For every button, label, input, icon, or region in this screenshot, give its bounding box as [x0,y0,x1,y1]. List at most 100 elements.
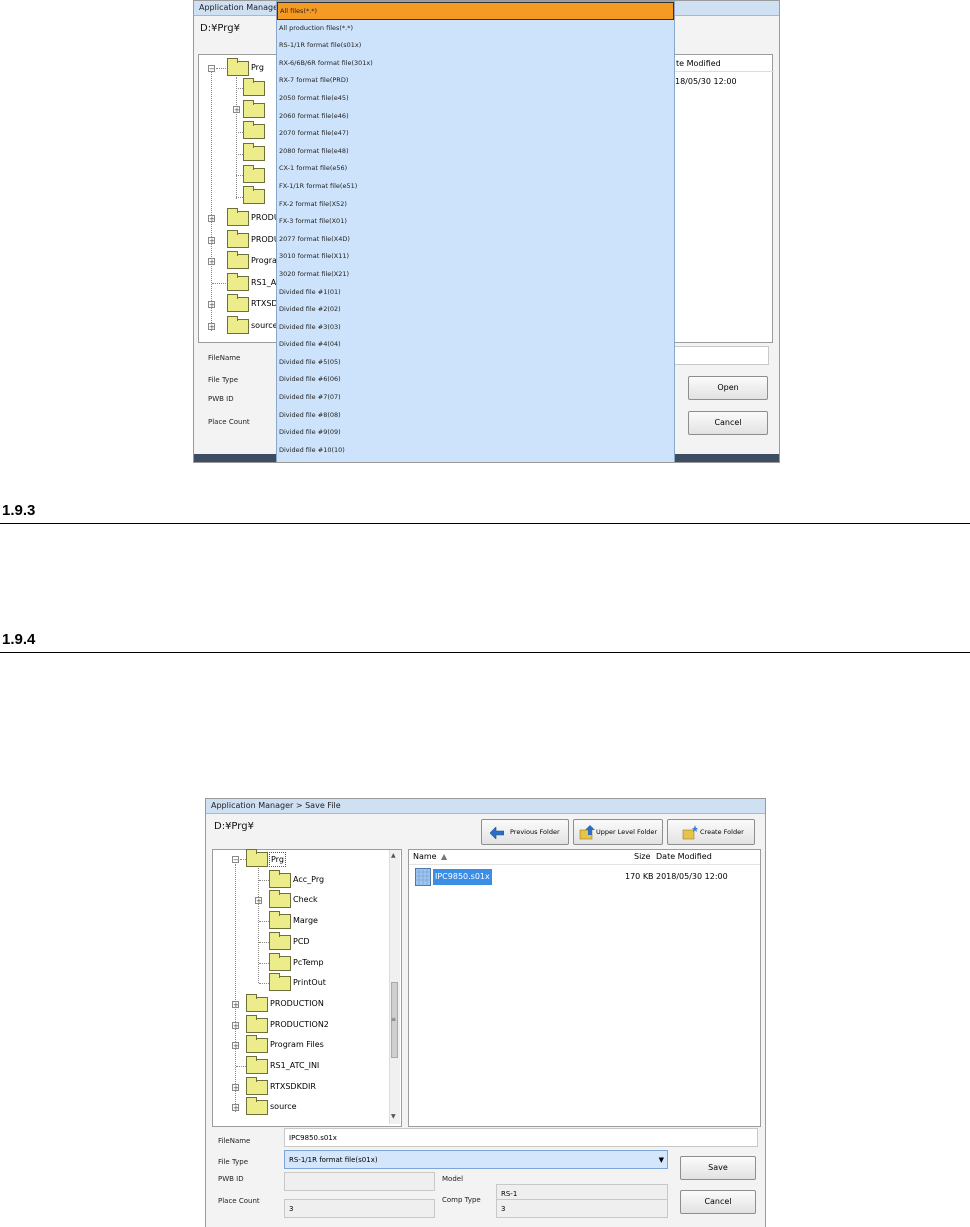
dialog-title: Application Manager > Save File [206,799,765,814]
tree-item[interactable]: − Prg [199,58,281,77]
tree-item-child[interactable]: PCD [213,931,389,951]
tree-item-child[interactable]: Marge [213,911,389,930]
list-header: Name ▲ Size Date Modified [409,850,760,865]
folder-tree[interactable]: − Prg + + PRODU + PRODU + Progra RS1_A +… [198,54,282,343]
tree-item-label: RS1_A [251,278,277,287]
expand-icon[interactable]: + [232,1104,239,1112]
folder-icon [246,1035,268,1054]
file-type-option[interactable]: Divided file #9(09) [277,424,674,442]
file-type-option[interactable]: FX-2 format file(X52) [277,196,674,214]
file-type-option[interactable]: Divided file #7(07) [277,389,674,407]
file-type-option[interactable]: 2060 format file(e46) [277,108,674,126]
expand-icon[interactable]: + [208,237,215,245]
file-type-option[interactable]: FX-3 format file(X01) [277,213,674,231]
file-type-option[interactable]: 2070 format file(e47) [277,125,674,143]
scroll-grip-icon: ≡ [391,1016,397,1023]
create-folder-button[interactable]: Create Folder [667,819,755,845]
open-button[interactable]: Open [688,376,768,400]
file-type-option[interactable]: 3010 format file(X11) [277,248,674,266]
column-size[interactable]: Size [634,850,650,864]
filename-input[interactable]: IPC9850.s01x [284,1128,758,1147]
tree-scrollbar[interactable]: ▲ ≡ ▼ [389,850,400,1124]
file-type-option[interactable]: All files(*.*) [277,2,674,20]
folder-icon [243,165,265,183]
file-icon [415,868,431,886]
expand-icon[interactable]: + [232,1083,239,1091]
tree-item-child[interactable]: PcTemp [213,952,389,972]
expand-icon[interactable]: + [208,301,215,309]
folder-icon [227,208,249,226]
tree-item[interactable]: + PRODUCTION [213,993,389,1013]
file-type-option[interactable]: RX-6/6B/6R format file(301x) [277,55,674,73]
file-type-option[interactable]: 2050 format file(e45) [277,90,674,108]
tree-item[interactable]: + PRODU [199,230,281,249]
filename-field[interactable] [674,346,769,365]
tree-item[interactable]: + RTXSDKDIR [213,1076,389,1096]
scroll-up-arrow-icon[interactable]: ▲ [391,852,396,859]
expand-icon[interactable]: + [208,258,215,266]
tree-item[interactable]: + PRODU [199,208,281,227]
file-type-option[interactable]: 2080 format file(e48) [277,143,674,161]
expand-icon[interactable]: + [232,1021,239,1029]
file-type-option[interactable]: Divided file #5(05) [277,354,674,372]
tree-item-label: Prg [269,852,286,867]
file-type-option[interactable]: CX-1 format file(e56) [277,160,674,178]
previous-folder-button[interactable]: Previous Folder [481,819,569,845]
file-type-option[interactable]: Divided file #8(08) [277,407,674,425]
upper-level-folder-button[interactable]: Upper Level Folder [573,819,663,845]
collapse-icon[interactable]: − [232,856,239,864]
save-button[interactable]: Save [680,1156,756,1180]
collapse-icon[interactable]: − [208,65,215,73]
expand-icon[interactable]: + [208,215,215,223]
folder-icon [246,993,268,1012]
tree-item[interactable]: + source [213,1097,389,1116]
tree-item[interactable]: RS1_A [199,273,281,292]
file-type-option[interactable]: RX-7 format file(PRD) [277,72,674,90]
cancel-button[interactable]: Cancel [688,411,768,435]
filename-label: FileName [218,1137,251,1145]
file-type-option[interactable]: 2077 format file(X4D) [277,231,674,249]
file-type-option[interactable]: Divided file #3(03) [277,319,674,337]
scroll-down-arrow-icon[interactable]: ▼ [391,1113,396,1120]
tree-item-child[interactable]: + Check [213,890,389,909]
folder-icon [246,1076,268,1095]
expand-icon[interactable]: + [233,106,240,114]
expand-icon[interactable]: + [208,323,215,331]
folder-icon [227,251,249,269]
tree-item[interactable]: + Program Files [213,1035,389,1054]
file-type-option[interactable]: RS-1/1R format file(s01x) [277,37,674,55]
tree-item[interactable]: RS1_ATC_INI [213,1056,389,1075]
place-count-label: Place Count [218,1197,260,1205]
folder-tree[interactable]: − Prg Acc_Prg + Check Marge PCD PcTemp PrintOu… [212,849,402,1127]
comp-type-field: 3 [496,1199,668,1218]
file-type-option[interactable]: All production files(*.*) [277,20,674,38]
tree-item[interactable]: + RTXSDI [199,294,281,313]
file-type-option[interactable]: Divided file #6(06) [277,371,674,389]
expand-icon[interactable]: + [232,1000,239,1008]
file-type-option[interactable]: Divided file #4(04) [277,336,674,354]
file-type-option[interactable]: Divided file #1(01) [277,284,674,302]
file-type-option[interactable]: FX-1/1R format file(e51) [277,178,674,196]
file-type-dropdown-list[interactable]: All files(*.*) All production files(*.*) R… [276,1,675,462]
file-list[interactable]: Name ▲ Size Date Modified IPC9850.s01x 1… [408,849,761,1127]
folder-icon [246,1056,268,1074]
tree-item[interactable]: + Progra [199,251,281,270]
table-row[interactable]: IPC9850.s01x 170 KB 2018/05/30 12:00 [413,868,756,886]
cancel-button[interactable]: Cancel [680,1190,756,1214]
file-type-select[interactable]: RS-1/1R format file(s01x) ▼ [284,1150,668,1169]
tree-item[interactable]: + PRODUCTION2 [213,1014,389,1034]
file-type-option[interactable]: Divided file #10(10) [277,442,674,460]
pwb-id-label: PWB ID [208,395,234,403]
column-name[interactable]: Name [413,850,437,864]
expand-icon[interactable]: + [255,897,262,905]
chevron-down-icon[interactable]: ▼ [659,1151,664,1169]
file-type-option[interactable]: Divided file #2(02) [277,301,674,319]
tree-item[interactable]: + source [199,316,281,335]
column-date-modified[interactable]: te Modified [673,57,774,72]
column-date-modified[interactable]: Date Modified [656,850,712,864]
tree-item-child[interactable]: PrintOut [213,973,389,992]
expand-icon[interactable]: + [232,1042,239,1050]
tree-item-child[interactable]: Acc_Prg [213,869,389,889]
tree-item-prg[interactable]: − Prg [213,849,389,868]
file-type-option[interactable]: 3020 format file(X21) [277,266,674,284]
